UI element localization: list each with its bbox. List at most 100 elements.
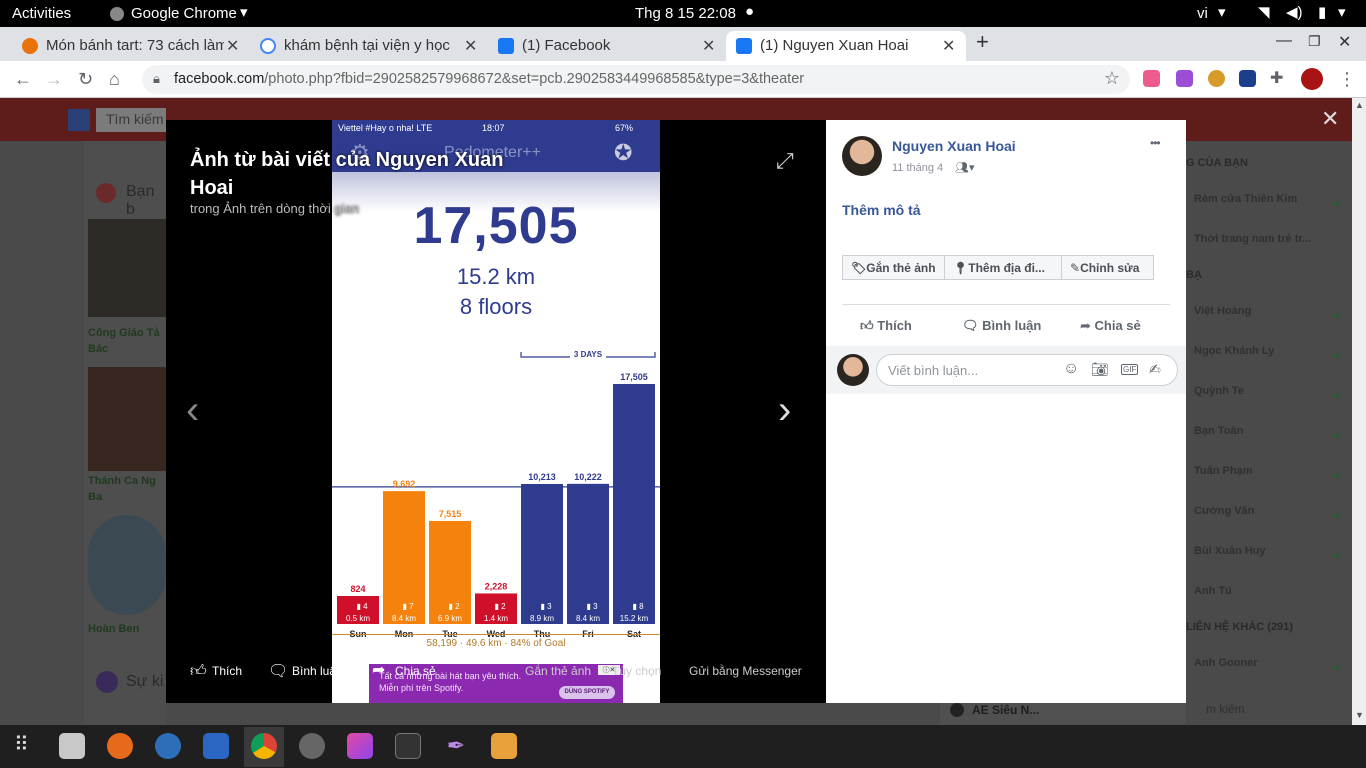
more-options-icon[interactable]: ••• xyxy=(1150,136,1161,150)
next-photo-icon[interactable]: › xyxy=(778,388,791,433)
close-tab-icon[interactable]: ✕ xyxy=(226,36,239,56)
activities-button[interactable]: Activities xyxy=(12,5,71,22)
share-button[interactable]: ➦ Chia sẻ xyxy=(1080,318,1141,334)
files-icon[interactable] xyxy=(59,733,85,759)
left-item[interactable]: Bác xyxy=(88,343,108,355)
theater-subtitle[interactable]: trong Ảnh trên dòng thời gian xyxy=(190,201,359,216)
contact-item[interactable]: Việt Hoàng xyxy=(1194,305,1251,317)
profile-avatar[interactable] xyxy=(1301,68,1323,90)
input-language[interactable]: vi xyxy=(1197,5,1208,22)
theater-tag-button[interactable]: Gắn thẻ ảnh xyxy=(525,664,591,678)
group-thumbnail[interactable] xyxy=(88,367,166,471)
terminal-icon[interactable] xyxy=(395,733,421,759)
extension-icon[interactable] xyxy=(1176,70,1193,87)
writer-icon[interactable] xyxy=(203,733,229,759)
phpstorm-icon[interactable] xyxy=(347,733,373,759)
previous-photo-icon[interactable]: ‹ xyxy=(186,388,199,433)
app-grid-icon[interactable]: ⠿ xyxy=(14,735,29,755)
theater-like-button[interactable]: Thích xyxy=(212,664,242,678)
screenshot-app-icon[interactable] xyxy=(491,733,517,759)
group-thumbnail[interactable] xyxy=(88,515,166,615)
clock[interactable]: Thg 8 15 22:08 xyxy=(635,5,736,22)
comment-input[interactable]: Viết bình luận... ☺ 📷︎ GIF ✍ xyxy=(876,354,1178,386)
maximize-icon[interactable]: ❐ xyxy=(1308,33,1321,63)
author-name[interactable]: Nguyen Xuan Hoai xyxy=(892,138,1016,154)
comment-icon[interactable]: 🗨︎ xyxy=(268,661,288,681)
tag-photo-button[interactable]: 🏷︎Gắn thẻ ảnh xyxy=(842,255,945,280)
friends-audience-icon[interactable]: 👥︎▾ xyxy=(955,161,975,174)
close-tab-icon[interactable]: ✕ xyxy=(464,36,477,56)
battery-icon[interactable]: ▮ xyxy=(1318,3,1326,21)
reload-icon[interactable]: ↻ xyxy=(78,69,93,89)
close-window-icon[interactable]: ✕ xyxy=(1338,32,1351,62)
scroll-up-icon[interactable]: ▲ xyxy=(1355,100,1364,110)
home-icon[interactable]: ⌂ xyxy=(109,69,120,89)
add-location-button[interactable]: 📍︎Thêm địa đi... xyxy=(944,255,1062,280)
close-tab-icon[interactable]: ✕ xyxy=(702,36,715,56)
address-bar[interactable]: 🔒︎ facebook.com/photo.php?fbid=290258257… xyxy=(142,65,1130,94)
contact-item[interactable]: Tuấn Phạm xyxy=(1194,465,1252,477)
scroll-down-icon[interactable]: ▼ xyxy=(1355,710,1364,720)
post-date[interactable]: 11 tháng 4 xyxy=(892,162,943,174)
extension-icon[interactable] xyxy=(1239,70,1256,87)
chevron-down-icon[interactable]: ▾ xyxy=(1338,3,1346,21)
volume-icon[interactable]: ◀) xyxy=(1286,3,1303,21)
minimize-icon[interactable]: — xyxy=(1276,32,1292,62)
menu-kebab-icon[interactable]: ⋮ xyxy=(1338,69,1356,89)
theater-options-button[interactable]: Tùy chọn xyxy=(612,664,661,678)
edit-button[interactable]: ✎Chỉnh sửa xyxy=(1061,255,1154,280)
left-item[interactable]: Hoàn Ben xyxy=(88,623,139,635)
contact-item[interactable]: Anh Tú xyxy=(1194,585,1232,597)
url-text[interactable]: facebook.com/photo.php?fbid=290258257996… xyxy=(174,71,804,87)
left-item[interactable]: Công Giáo Tả xyxy=(88,327,160,339)
facebook-logo-icon[interactable] xyxy=(68,109,90,131)
contact-item[interactable]: Thời trang nam trẻ tr... xyxy=(1194,233,1311,245)
comment-button[interactable]: 🗨︎ Bình luận xyxy=(962,318,1041,334)
forward-icon[interactable]: → xyxy=(45,69,63,89)
tab-kham-benh[interactable]: khám bệnh tại viện y học ✕ xyxy=(250,31,486,61)
author-avatar[interactable] xyxy=(842,136,882,176)
close-tab-icon[interactable]: ✕ xyxy=(942,36,955,56)
contact-item[interactable]: Cường Văn xyxy=(1194,505,1254,517)
contact-item[interactable]: Bạn Toàn xyxy=(1194,425,1243,437)
tab-tart[interactable]: Món bánh tart: 73 cách làm ✕ xyxy=(12,31,248,61)
page-scrollbar[interactable]: ▲ ▼ xyxy=(1352,98,1366,725)
tab-facebook[interactable]: (1) Facebook ✕ xyxy=(488,31,724,61)
contact-item[interactable]: Quỳnh Te xyxy=(1194,385,1244,397)
theater-share-button[interactable]: Chia sẻ xyxy=(395,664,436,678)
extension-icon[interactable] xyxy=(1208,70,1225,87)
settings-icon[interactable] xyxy=(299,733,325,759)
left-item[interactable]: Bạn b xyxy=(126,183,166,219)
theater-comment-button[interactable]: Bình luận xyxy=(292,664,343,678)
contact-item[interactable]: Bùi Xuân Huy xyxy=(1194,545,1266,557)
contact-item[interactable]: Rèm cửa Thiên Kim xyxy=(1194,193,1297,205)
tab-nguyen-xuan-hoai[interactable]: (1) Nguyen Xuan Hoai ✕ xyxy=(726,31,966,61)
left-item[interactable]: Thánh Ca Ng xyxy=(88,475,156,487)
theater-messenger-button[interactable]: Gửi bằng Messenger xyxy=(689,664,802,678)
camera-icon[interactable]: 📷︎ xyxy=(1091,361,1109,378)
group-thumbnail[interactable] xyxy=(88,219,166,317)
like-icon[interactable]: 👍︎ xyxy=(190,662,207,681)
photo-image[interactable]: Viettel #Hay o nha! LTE 18:07 67% ⚙ Pedo… xyxy=(332,120,660,703)
gif-icon[interactable]: GIF xyxy=(1121,364,1139,375)
left-item[interactable]: Ba xyxy=(88,491,102,503)
ad-button[interactable]: DÙNG SPOTIFY xyxy=(559,686,615,699)
left-item[interactable]: Sự ki xyxy=(126,673,163,691)
fullscreen-icon[interactable]: ⤢ xyxy=(776,148,794,174)
like-button[interactable]: 👍︎ Thích xyxy=(860,318,912,334)
new-tab-button[interactable]: + xyxy=(976,29,989,59)
sticker-icon[interactable]: ✍ xyxy=(1149,361,1161,378)
extension-icon[interactable] xyxy=(1143,70,1160,87)
feather-app-icon[interactable]: ✒ xyxy=(443,733,469,759)
back-icon[interactable]: ← xyxy=(14,69,32,89)
share-icon[interactable]: ➦ xyxy=(372,660,385,680)
add-description-link[interactable]: Thêm mô tả xyxy=(842,202,921,218)
chrome-icon[interactable] xyxy=(251,733,277,759)
extensions-puzzle-icon[interactable]: ✚ xyxy=(1270,69,1283,89)
wifi-icon[interactable]: ◥ xyxy=(1258,3,1270,21)
contact-item[interactable]: Ngọc Khánh Ly xyxy=(1194,345,1274,357)
firefox-icon[interactable] xyxy=(107,733,133,759)
thunderbird-icon[interactable] xyxy=(155,733,181,759)
contact-item[interactable]: Anh Gooner xyxy=(1194,657,1258,669)
close-theater-icon[interactable]: ✕ xyxy=(1321,106,1339,132)
